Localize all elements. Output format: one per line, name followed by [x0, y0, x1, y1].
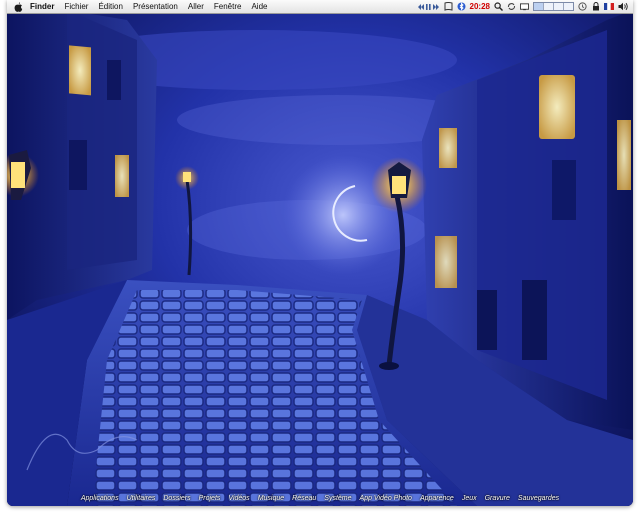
media-controls-icon[interactable] — [417, 2, 440, 11]
sync-icon[interactable] — [507, 2, 516, 11]
folder-systeme[interactable]: Système — [320, 495, 355, 502]
menu-finder[interactable]: Finder — [25, 0, 59, 13]
folder-gravure[interactable]: Gravure — [481, 495, 514, 502]
folder-shortcuts-bar: Applications Utilitaires Dossiers Projet… — [7, 495, 633, 502]
folder-jeux[interactable]: Jeux — [458, 495, 481, 502]
folder-apparence[interactable]: Apparence — [416, 495, 458, 502]
folder-applications[interactable]: Applications — [77, 495, 123, 502]
folder-projets[interactable]: Projets — [195, 495, 225, 502]
display-icon[interactable] — [520, 2, 529, 11]
volume-icon[interactable] — [618, 2, 629, 11]
folder-sauvegardes[interactable]: Sauvegardes — [514, 495, 563, 502]
apple-menu-icon[interactable] — [13, 1, 23, 12]
menu-edition[interactable]: Édition — [93, 0, 127, 13]
menubar-clock[interactable]: 20:28 — [470, 0, 490, 13]
bluetooth-icon[interactable] — [457, 2, 466, 11]
script-icon[interactable] — [444, 2, 453, 11]
folder-videos[interactable]: Vidéos — [224, 495, 253, 502]
spaces-icon[interactable] — [533, 2, 574, 11]
status-menus: 20:28 — [417, 0, 629, 13]
menu-fichier[interactable]: Fichier — [59, 0, 93, 13]
menu-bar: Finder Fichier Édition Présentation Alle… — [7, 0, 633, 14]
menu-aller[interactable]: Aller — [183, 0, 209, 13]
time-machine-icon[interactable] — [578, 2, 587, 11]
flag-icon[interactable] — [604, 2, 614, 11]
folder-musique[interactable]: Musique — [254, 495, 288, 502]
folder-utilitaires[interactable]: Utilitaires — [123, 495, 160, 502]
wallpaper-night-street — [7, 0, 633, 506]
folder-app-video-photo[interactable]: App Vidéo Photo — [356, 495, 416, 502]
folder-reseau[interactable]: Réseau — [288, 495, 320, 502]
desktop: Finder Fichier Édition Présentation Alle… — [7, 0, 633, 506]
lock-icon[interactable] — [591, 2, 600, 11]
menu-presentation[interactable]: Présentation — [128, 0, 183, 13]
menu-fenetre[interactable]: Fenêtre — [209, 0, 247, 13]
spotlight-icon[interactable] — [494, 2, 503, 11]
menu-aide[interactable]: Aide — [246, 0, 272, 13]
folder-dossiers[interactable]: Dossiers — [159, 495, 194, 502]
